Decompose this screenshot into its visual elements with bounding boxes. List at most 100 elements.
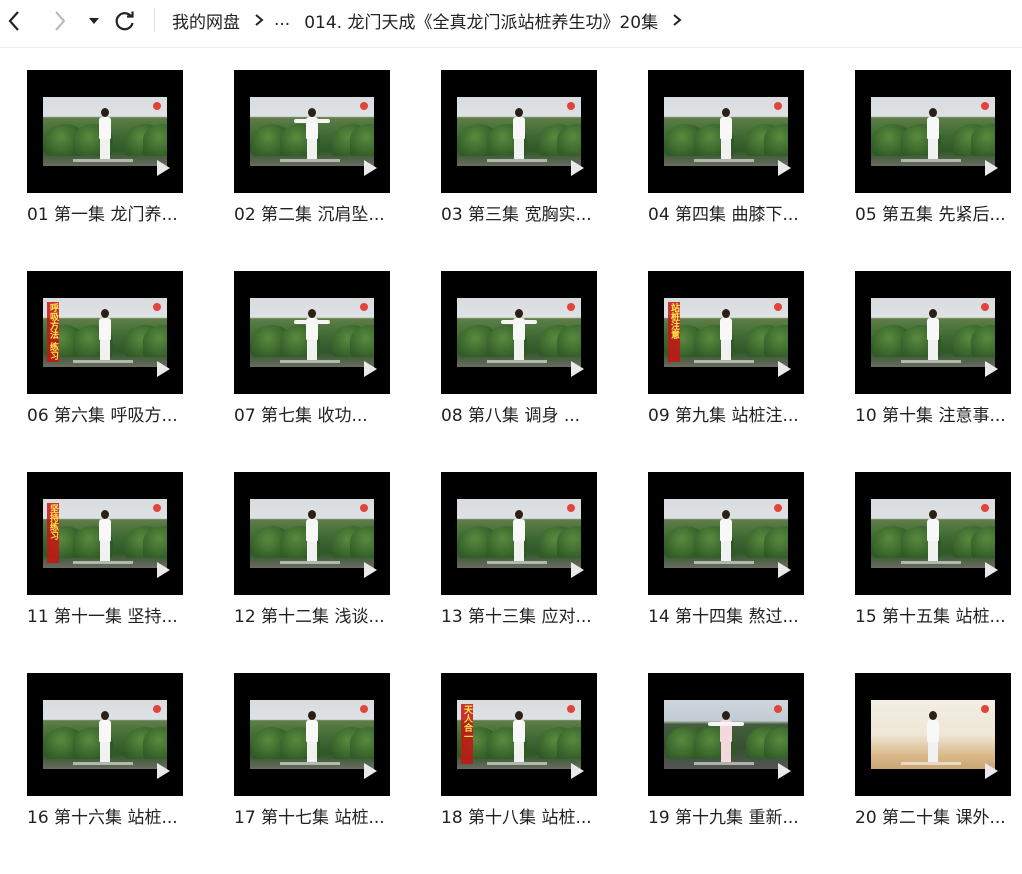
subtitle-strip	[487, 360, 547, 363]
video-frame	[457, 97, 581, 166]
file-name: 19 第十九集 重新...	[648, 808, 799, 828]
instructor-figure	[719, 309, 733, 361]
video-file-item[interactable]: 08 第八集 调身 ...	[441, 271, 597, 472]
video-overlay-title: 天人合一	[461, 704, 473, 764]
video-file-item[interactable]: 坚持练习 11 第十一集 坚持...	[27, 472, 183, 673]
video-thumbnail: 站桩注意	[648, 271, 804, 394]
instructor-figure	[512, 108, 526, 160]
play-icon	[985, 763, 998, 779]
file-name: 04 第四集 曲膝下...	[648, 205, 799, 225]
channel-logo-icon	[981, 504, 989, 512]
video-file-item[interactable]: 07 第七集 收功...	[234, 271, 390, 472]
play-icon	[157, 160, 170, 176]
video-file-item[interactable]: 19 第十九集 重新...	[648, 673, 804, 874]
video-thumbnail	[855, 70, 1011, 193]
video-file-item[interactable]: 天人合一 18 第十八集 站桩...	[441, 673, 597, 874]
video-file-item[interactable]: 20 第二十集 课外...	[855, 673, 1011, 874]
video-file-item[interactable]: 12 第十二集 浅谈...	[234, 472, 390, 673]
instructor-figure	[719, 108, 733, 160]
video-file-item[interactable]: 13 第十三集 应对...	[441, 472, 597, 673]
video-file-item[interactable]: 01 第一集 龙门养...	[27, 70, 183, 271]
subtitle-strip	[694, 360, 754, 363]
chevron-left-icon	[8, 11, 19, 31]
file-name: 03 第三集 宽胸实...	[441, 205, 592, 225]
play-icon	[985, 562, 998, 578]
history-dropdown-button[interactable]	[86, 6, 102, 36]
video-file-item[interactable]: 站桩注意 09 第九集 站桩注...	[648, 271, 804, 472]
play-icon	[778, 160, 791, 176]
channel-logo-icon	[360, 102, 368, 110]
subtitle-strip	[694, 159, 754, 162]
video-thumbnail	[27, 673, 183, 796]
video-thumbnail	[648, 673, 804, 796]
instructor-figure	[512, 711, 526, 763]
instructor-figure	[926, 510, 940, 562]
channel-logo-icon	[567, 705, 575, 713]
subtitle-strip	[73, 762, 133, 765]
caret-down-icon	[89, 18, 99, 24]
channel-logo-icon	[153, 705, 161, 713]
channel-logo-icon	[153, 102, 161, 110]
subtitle-strip	[280, 159, 340, 162]
play-icon	[571, 763, 584, 779]
video-frame	[43, 97, 167, 166]
file-name: 12 第十二集 浅谈...	[234, 607, 385, 627]
instructor-figure	[98, 510, 112, 562]
channel-logo-icon	[774, 102, 782, 110]
video-thumbnail: 呼吸方法 练习	[27, 271, 183, 394]
play-icon	[571, 361, 584, 377]
video-frame: 天人合一	[457, 700, 581, 769]
video-file-item[interactable]: 16 第十六集 站桩...	[27, 673, 183, 874]
subtitle-strip	[487, 159, 547, 162]
video-file-item[interactable]: 03 第三集 宽胸实...	[441, 70, 597, 271]
file-name: 15 第十五集 站桩...	[855, 607, 1006, 627]
toolbar-divider	[154, 8, 155, 32]
video-thumbnail	[27, 70, 183, 193]
video-frame	[43, 700, 167, 769]
video-file-item[interactable]: 15 第十五集 站桩...	[855, 472, 1011, 673]
channel-logo-icon	[153, 504, 161, 512]
video-thumbnail	[855, 271, 1011, 394]
play-icon	[571, 562, 584, 578]
file-name: 14 第十四集 熬过...	[648, 607, 799, 627]
refresh-button[interactable]	[112, 6, 138, 36]
video-file-item[interactable]: 呼吸方法 练习 06 第六集 呼吸方...	[27, 271, 183, 472]
subtitle-strip	[694, 762, 754, 765]
play-icon	[985, 361, 998, 377]
breadcrumb-separator-icon[interactable]	[672, 13, 682, 27]
video-file-item[interactable]: 14 第十四集 熬过...	[648, 472, 804, 673]
video-overlay-title: 站桩注意	[668, 302, 680, 362]
video-file-item[interactable]: 05 第五集 先紧后...	[855, 70, 1011, 271]
subtitle-strip	[487, 561, 547, 564]
video-frame	[871, 97, 995, 166]
instructor-figure	[294, 309, 330, 361]
video-file-item[interactable]: 17 第十七集 站桩...	[234, 673, 390, 874]
back-button[interactable]	[2, 6, 26, 36]
subtitle-strip	[280, 762, 340, 765]
video-file-item[interactable]: 02 第二集 沉肩坠...	[234, 70, 390, 271]
breadcrumb-ellipsis[interactable]: ...	[274, 10, 290, 30]
subtitle-strip	[901, 762, 961, 765]
video-file-item[interactable]: 10 第十集 注意事...	[855, 271, 1011, 472]
play-icon	[157, 361, 170, 377]
instructor-figure	[708, 711, 744, 763]
file-name: 08 第八集 调身 ...	[441, 406, 581, 426]
instructor-figure	[719, 510, 733, 562]
video-thumbnail	[648, 472, 804, 595]
channel-logo-icon	[981, 303, 989, 311]
instructor-figure	[926, 711, 940, 763]
video-thumbnail	[234, 70, 390, 193]
video-thumbnail: 坚持练习	[27, 472, 183, 595]
video-frame	[457, 298, 581, 367]
video-frame	[664, 97, 788, 166]
breadcrumb-current[interactable]: 014. 龙门天成《全真龙门派站桩养生功》20集	[304, 8, 658, 33]
play-icon	[157, 562, 170, 578]
instructor-figure	[98, 309, 112, 361]
breadcrumb-root[interactable]: 我的网盘	[172, 8, 240, 33]
channel-logo-icon	[567, 504, 575, 512]
video-frame	[664, 700, 788, 769]
forward-button[interactable]	[48, 6, 72, 36]
subtitle-strip	[73, 360, 133, 363]
play-icon	[364, 763, 377, 779]
video-file-item[interactable]: 04 第四集 曲膝下...	[648, 70, 804, 271]
